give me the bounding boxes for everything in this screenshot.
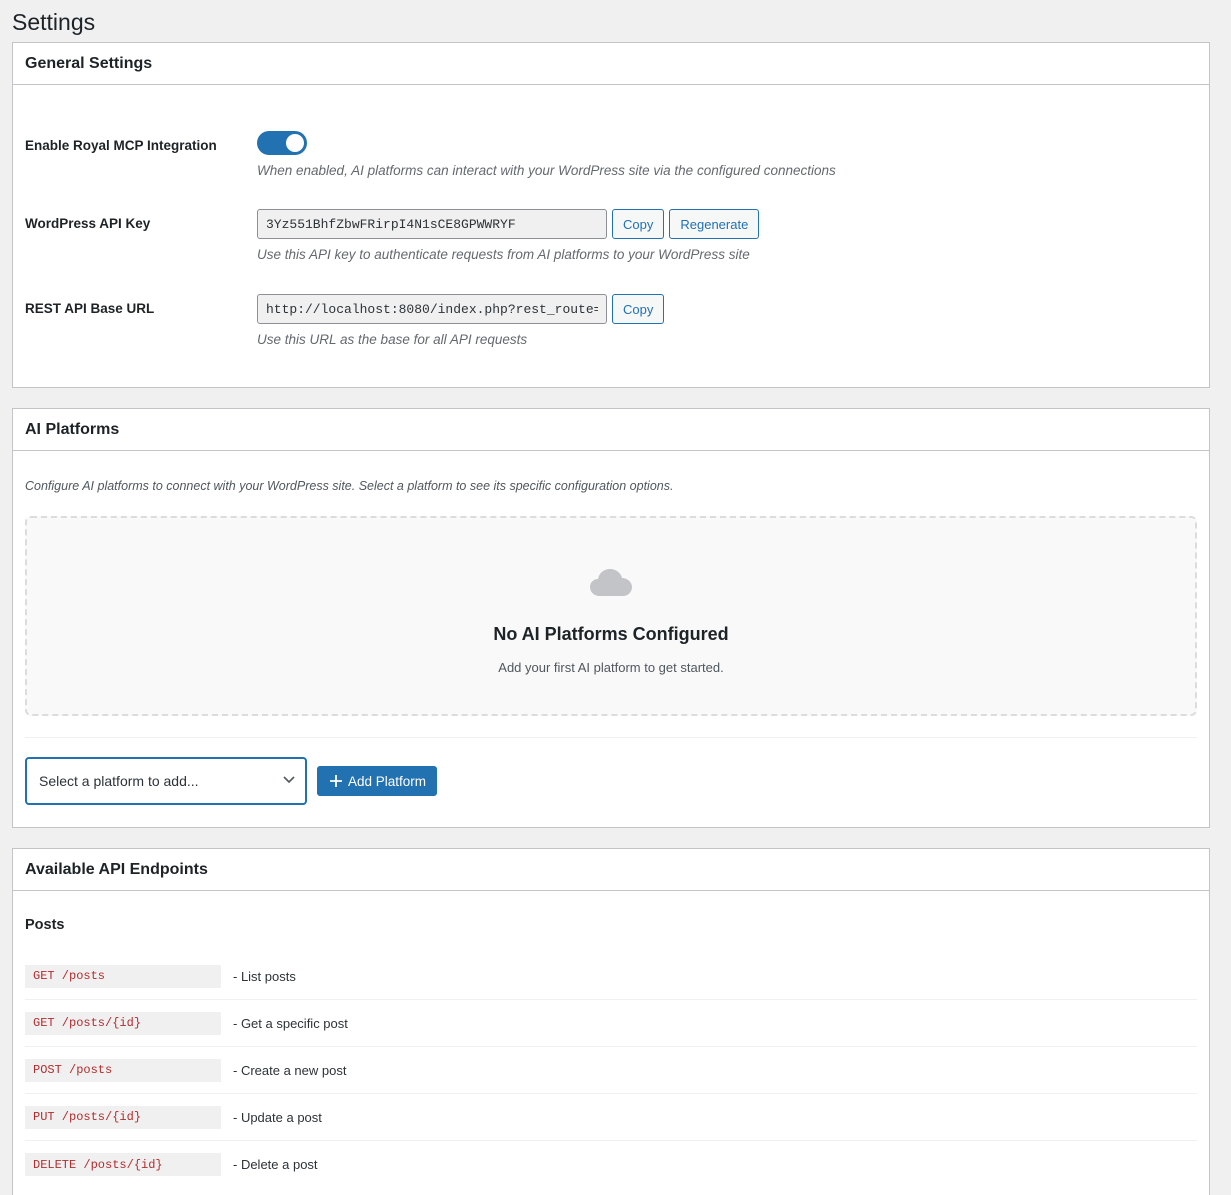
empty-platforms-title: No AI Platforms Configured — [493, 624, 729, 644]
toggle-knob — [286, 134, 304, 152]
endpoint-method: GET /posts/{id} — [25, 1011, 221, 1035]
api-endpoints-heading: Available API Endpoints — [25, 860, 208, 878]
endpoint-row: DELETE /posts/{id} - Delete a post — [25, 1141, 1197, 1188]
copy-api-key-button[interactable]: Copy — [612, 209, 665, 239]
add-platform-button[interactable]: Add Platform — [317, 766, 438, 796]
endpoint-method: GET /posts — [25, 964, 221, 988]
endpoint-description: - List posts — [233, 968, 296, 984]
endpoint-description: - Get a specific post — [233, 1015, 348, 1031]
endpoint-description: - Create a new post — [233, 1062, 347, 1078]
divider — [25, 737, 1197, 738]
chevron-down-icon — [283, 776, 295, 784]
ai-platforms-intro: Configure AI platforms to connect with y… — [25, 479, 674, 493]
plus-icon — [330, 775, 342, 787]
api-endpoints-card: Available API Endpoints Posts GET /posts… — [12, 848, 1210, 1195]
ai-platforms-heading: AI Platforms — [25, 420, 120, 438]
endpoint-row: GET /posts/{id} - Get a specific post — [25, 1000, 1197, 1047]
api-endpoints-header: Available API Endpoints — [13, 849, 1209, 891]
api-key-input[interactable] — [257, 209, 607, 239]
ai-platforms-card: AI Platforms Configure AI platforms to c… — [12, 408, 1210, 828]
page-title: Settings — [12, 9, 96, 35]
enable-integration-toggle[interactable] — [257, 131, 307, 155]
api-key-field: Copy Regenerate Use this API key to auth… — [257, 209, 760, 262]
general-settings-heading: General Settings — [25, 54, 153, 72]
api-key-label: WordPress API Key — [25, 216, 151, 231]
settings-page: Settings General Settings Enable Royal M… — [0, 0, 1231, 1195]
regenerate-api-key-button[interactable]: Regenerate — [669, 209, 760, 239]
general-settings-header: General Settings — [13, 43, 1209, 85]
endpoint-method: PUT /posts/{id} — [25, 1105, 221, 1129]
copy-base-url-button[interactable]: Copy — [612, 294, 665, 324]
endpoint-method: POST /posts — [25, 1058, 221, 1082]
base-url-label: REST API Base URL — [25, 301, 155, 316]
ai-platforms-header: AI Platforms — [13, 409, 1209, 451]
enable-integration-label: Enable Royal MCP Integration — [25, 138, 217, 153]
base-url-field: Copy Use this URL as the base for all AP… — [257, 294, 665, 347]
endpoint-row: POST /posts - Create a new post — [25, 1047, 1197, 1094]
cloud-icon — [590, 569, 632, 596]
endpoint-method: DELETE /posts/{id} — [25, 1153, 221, 1176]
platform-select-value: Select a platform to add... — [39, 773, 199, 789]
enable-integration-description: When enabled, AI platforms can interact … — [257, 163, 836, 178]
endpoint-list: GET /posts - List posts GET /posts/{id} … — [25, 953, 1197, 1188]
enable-integration-field: When enabled, AI platforms can interact … — [257, 131, 836, 178]
general-settings-card: General Settings Enable Royal MCP Integr… — [12, 42, 1210, 388]
endpoint-description: - Update a post — [233, 1109, 322, 1125]
posts-group-title: Posts — [25, 917, 65, 933]
endpoint-row: PUT /posts/{id} - Update a post — [25, 1094, 1197, 1141]
api-key-description: Use this API key to authenticate request… — [257, 247, 750, 262]
empty-platforms-subtitle: Add your first AI platform to get starte… — [498, 660, 724, 675]
platform-select[interactable]: Select a platform to add... — [25, 757, 307, 805]
add-platform-label: Add Platform — [348, 773, 427, 789]
endpoint-row: GET /posts - List posts — [25, 953, 1197, 1000]
base-url-description: Use this URL as the base for all API req… — [257, 332, 528, 347]
empty-platforms-state: No AI Platforms Configured Add your firs… — [25, 516, 1197, 716]
base-url-input[interactable] — [257, 294, 607, 324]
endpoint-description: - Delete a post — [233, 1157, 318, 1172]
